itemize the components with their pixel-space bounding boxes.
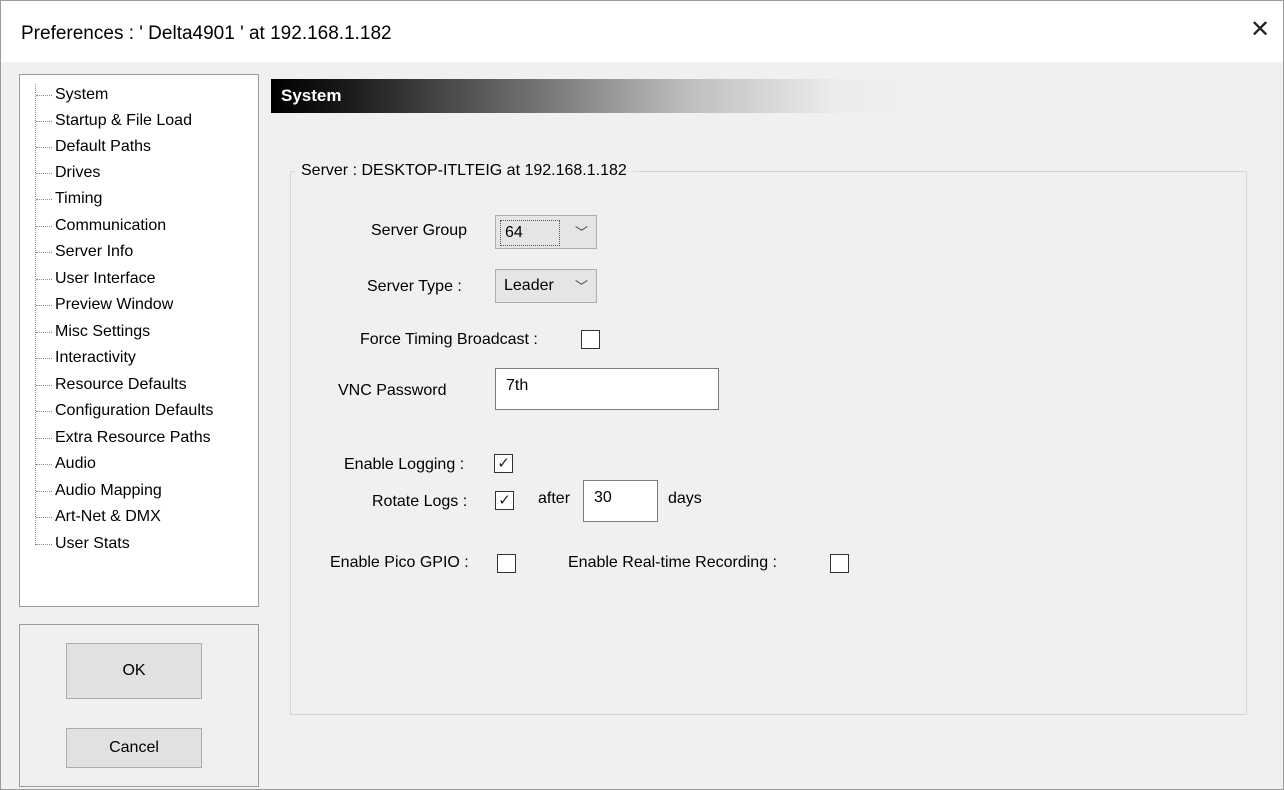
checkmark-icon: ✓ — [497, 455, 510, 472]
title-bar[interactable]: Preferences : ' Delta4901 ' at 192.168.1… — [1, 1, 1283, 62]
tree-item-timing[interactable]: Timing — [36, 188, 102, 210]
tree-item-label: Communication — [55, 217, 167, 234]
tree-item-audio-mapping[interactable]: Audio Mapping — [36, 480, 162, 502]
tree-item-label: User Interface — [55, 270, 156, 287]
server-type-value: Leader — [504, 277, 554, 294]
tree-item-label: Extra Resource Paths — [55, 429, 211, 446]
tree-item-audio[interactable]: Audio — [36, 453, 96, 475]
tree-item-label: Configuration Defaults — [55, 402, 214, 419]
ok-button[interactable]: OK — [66, 643, 202, 699]
tree-item-server-info[interactable]: Server Info — [36, 241, 133, 263]
tree-item-configuration-defaults[interactable]: Configuration Defaults — [36, 400, 213, 422]
vnc-password-field[interactable]: 7th — [495, 368, 719, 410]
chevron-down-icon: ﹀ — [574, 225, 588, 240]
tree-item-label: Art-Net & DMX — [55, 508, 161, 525]
close-button[interactable]: ✕ — [1243, 13, 1277, 47]
server-type-label: Server Type : — [367, 278, 462, 295]
rotate-logs-checkbox[interactable]: ✓ — [495, 491, 514, 510]
after-label: after — [538, 490, 571, 507]
tree-item-resource-defaults[interactable]: Resource Defaults — [36, 374, 187, 396]
enable-pico-gpio-label: Enable Pico GPIO : — [330, 554, 469, 571]
tree-item-system[interactable]: System — [36, 84, 108, 106]
server-group-label: Server Group — [371, 222, 468, 239]
tree-item-communication[interactable]: Communication — [36, 215, 166, 237]
tree-item-label: Startup & File Load — [55, 112, 192, 129]
tree-item-label: User Stats — [55, 535, 130, 552]
server-type-select[interactable]: Leader ﹀ — [495, 269, 597, 303]
tree-item-label: Audio — [55, 455, 96, 472]
tree-item-label: Misc Settings — [55, 323, 151, 340]
tree-item-label: Server Info — [55, 243, 134, 260]
preferences-window: Preferences : ' Delta4901 ' at 192.168.1… — [0, 0, 1284, 790]
checkmark-icon: ✓ — [498, 492, 511, 509]
tree-item-preview-window[interactable]: Preview Window — [36, 294, 173, 316]
tree-item-user-stats[interactable]: User Stats — [36, 533, 130, 555]
enable-logging-checkbox[interactable]: ✓ — [494, 454, 513, 473]
tree-item-extra-resource-paths[interactable]: Extra Resource Paths — [36, 427, 211, 449]
tree-item-label: Audio Mapping — [55, 482, 162, 499]
enable-realtime-recording-checkbox[interactable] — [830, 554, 849, 573]
tree-item-user-interface[interactable]: User Interface — [36, 268, 155, 290]
rotate-days-field[interactable]: 30 — [583, 480, 658, 522]
tree-item-label: Drives — [55, 164, 101, 181]
vnc-password-label: VNC Password — [338, 382, 447, 399]
force-timing-broadcast-label: Force Timing Broadcast : — [360, 331, 538, 348]
window-title: Preferences : ' Delta4901 ' at 192.168.1… — [21, 23, 392, 44]
tree-item-startup-file-load[interactable]: Startup & File Load — [36, 110, 192, 132]
tree-item-misc-settings[interactable]: Misc Settings — [36, 321, 150, 343]
cancel-button[interactable]: Cancel — [66, 728, 202, 768]
section-header: System — [271, 79, 909, 113]
tree-item-label: Preview Window — [55, 296, 174, 313]
close-icon: ✕ — [1249, 16, 1271, 43]
rotate-logs-label: Rotate Logs : — [372, 493, 468, 510]
tree-item-drives[interactable]: Drives — [36, 162, 100, 184]
tree-item-default-paths[interactable]: Default Paths — [36, 136, 151, 158]
tree-item-label: Timing — [55, 190, 103, 207]
server-groupbox-legend: Server : DESKTOP-ITLTEIG at 192.168.1.18… — [295, 161, 633, 181]
tree-item-label: Interactivity — [55, 349, 136, 366]
enable-pico-gpio-checkbox[interactable] — [497, 554, 516, 573]
tree-item-art-net-dmx[interactable]: Art-Net & DMX — [36, 506, 161, 528]
days-label: days — [668, 490, 702, 507]
force-timing-broadcast-checkbox[interactable] — [581, 330, 600, 349]
tree-item-label: System — [55, 86, 109, 103]
enable-logging-label: Enable Logging : — [344, 456, 465, 473]
chevron-down-icon: ﹀ — [574, 279, 588, 294]
server-groupbox — [290, 171, 1247, 715]
server-group-select[interactable]: 64 ﹀ — [495, 215, 597, 249]
tree-item-label: Default Paths — [55, 138, 152, 155]
enable-realtime-recording-label: Enable Real-time Recording : — [568, 554, 777, 571]
server-group-value: 64 — [500, 220, 560, 246]
tree-item-label: Resource Defaults — [55, 376, 187, 393]
tree-item-interactivity[interactable]: Interactivity — [36, 347, 136, 369]
